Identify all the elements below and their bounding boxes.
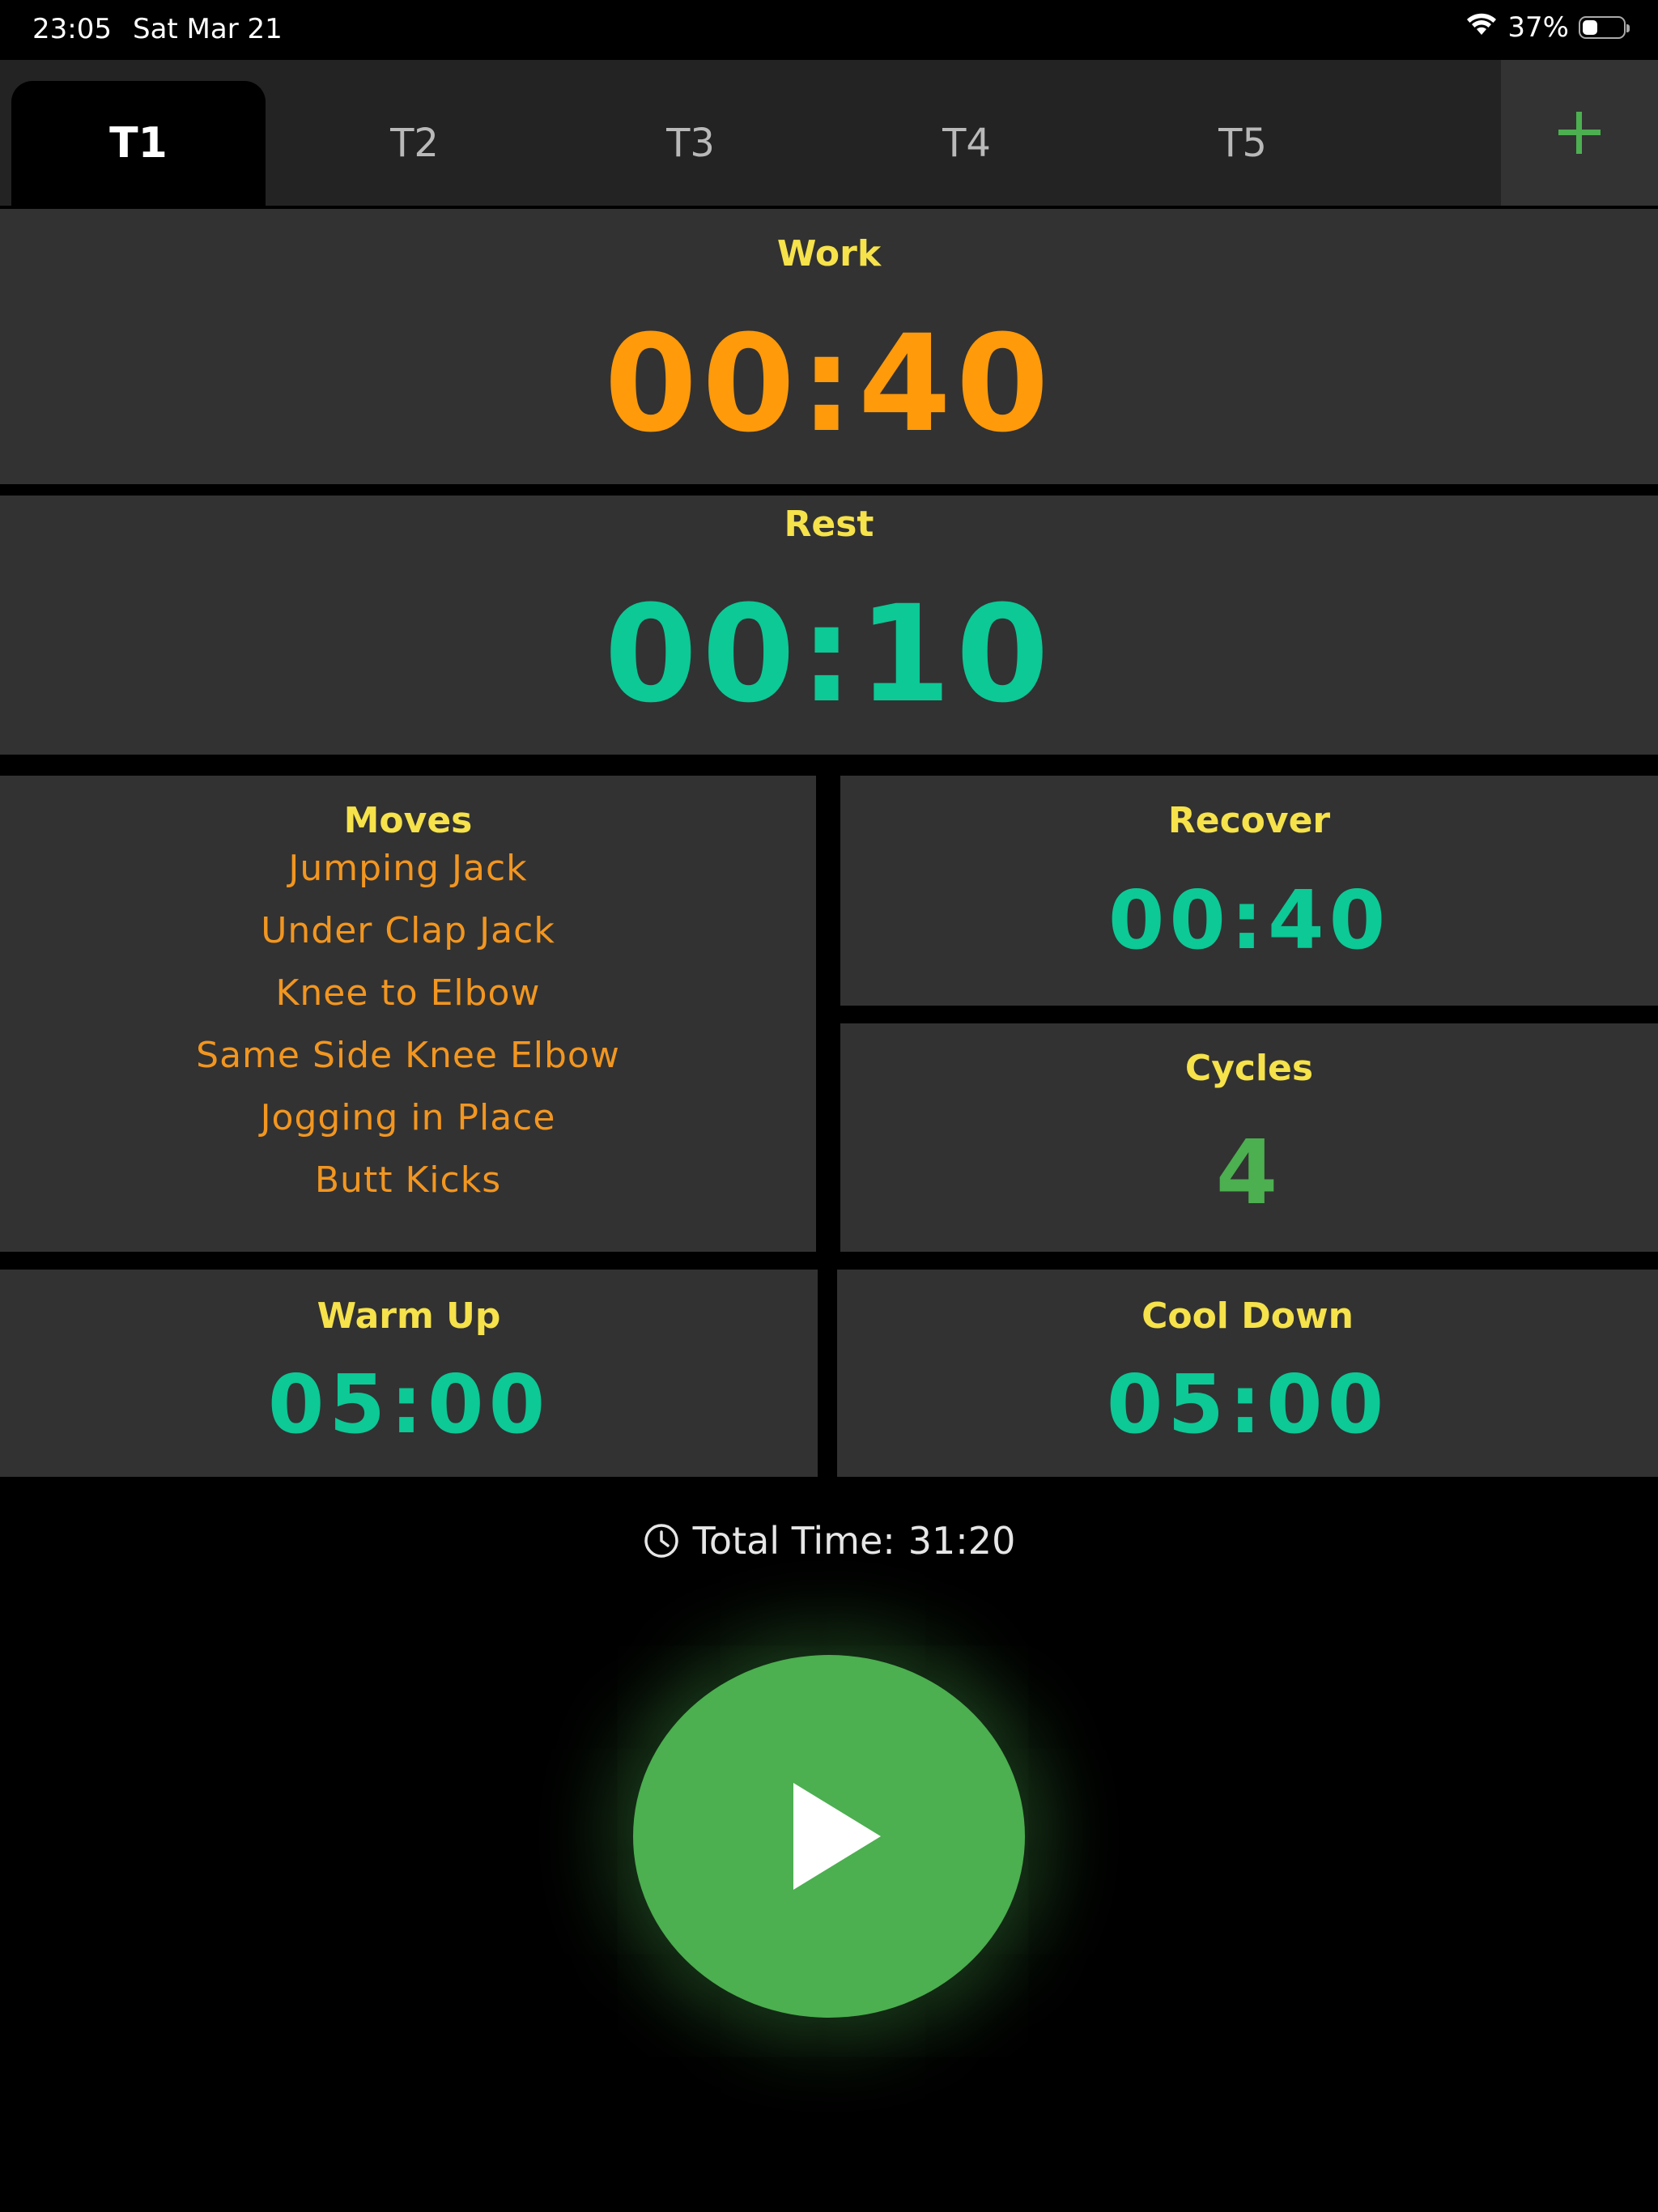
rest-label: Rest	[784, 504, 874, 545]
battery-level	[1583, 20, 1597, 35]
tab-t5[interactable]: T5	[1116, 81, 1370, 206]
tab-t4[interactable]: T4	[840, 81, 1094, 206]
moves-panel[interactable]: Moves Jumping Jack Under Clap Jack Knee …	[0, 776, 816, 1252]
cool-down-time: 05:00	[1106, 1357, 1389, 1452]
tab-t3[interactable]: T3	[563, 81, 818, 206]
move-item: Knee to Elbow	[275, 972, 541, 1014]
tab-t2[interactable]: T2	[287, 81, 542, 206]
rest-time: 00:10	[604, 576, 1054, 732]
tab-t1[interactable]: T1	[11, 81, 266, 206]
add-timer-button[interactable]	[1501, 60, 1658, 206]
play-button[interactable]	[633, 1655, 1025, 2018]
plus-icon	[1558, 112, 1601, 154]
move-item: Jumping Jack	[288, 848, 528, 889]
work-label: Work	[776, 233, 882, 274]
battery-icon	[1579, 16, 1630, 39]
clock-icon	[644, 1524, 678, 1558]
warm-up-time: 05:00	[267, 1357, 551, 1452]
cool-down-panel[interactable]: Cool Down 05:00	[837, 1270, 1658, 1477]
work-time: 00:40	[604, 306, 1054, 462]
move-item: Same Side Knee Elbow	[196, 1035, 620, 1076]
battery-percent: 37%	[1507, 11, 1569, 44]
status-date: Sat Mar 21	[133, 13, 283, 45]
recover-label: Recover	[1167, 800, 1331, 841]
cool-down-label: Cool Down	[1141, 1295, 1354, 1337]
status-time: 23:05	[32, 13, 112, 45]
cycles-value: 4	[1215, 1121, 1283, 1224]
move-item: Butt Kicks	[314, 1159, 502, 1201]
total-time-label: Total Time:	[692, 1519, 895, 1563]
recover-time: 00:40	[1107, 873, 1391, 968]
status-indicators: 37%	[1465, 11, 1630, 44]
move-item: Under Clap Jack	[261, 910, 555, 951]
recover-panel[interactable]: Recover 00:40	[840, 776, 1658, 1006]
cycles-label: Cycles	[1184, 1048, 1314, 1089]
warm-up-label: Warm Up	[317, 1295, 501, 1337]
play-icon	[793, 1783, 881, 1890]
moves-list: Jumping Jack Under Clap Jack Knee to Elb…	[0, 837, 816, 1211]
timer-tab-bar: T1 T2 T3 T4 T5	[0, 60, 1658, 206]
status-bar: 23:05 Sat Mar 21 37%	[0, 0, 1658, 58]
rest-panel[interactable]: Rest 00:10	[0, 496, 1658, 755]
moves-label: Moves	[343, 800, 473, 841]
total-time-value: 31:20	[908, 1519, 1016, 1563]
total-time: Total Time: 31:20	[0, 1519, 1658, 1563]
warm-up-panel[interactable]: Warm Up 05:00	[0, 1270, 818, 1477]
cycles-panel[interactable]: Cycles 4	[840, 1023, 1658, 1252]
wifi-icon	[1465, 11, 1498, 44]
move-item: Jogging in Place	[260, 1097, 556, 1138]
work-panel[interactable]: Work 00:40	[0, 209, 1658, 484]
